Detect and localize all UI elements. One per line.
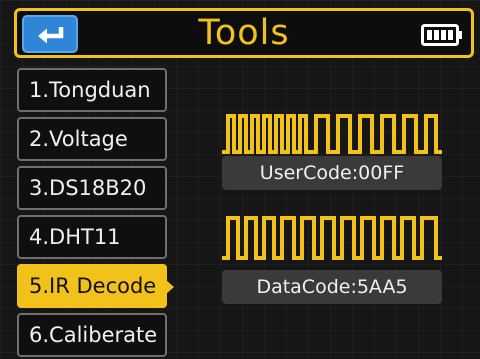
battery-full-icon — [421, 24, 462, 46]
ir-decode-panel: UserCode:00FF DataCode:5AA5 — [212, 100, 452, 320]
menu-item-label: 2.Voltage — [29, 127, 128, 151]
menu-item-label: 5.IR Decode — [29, 274, 157, 298]
data-code-display: DataCode:5AA5 — [222, 270, 442, 304]
menu-item-label: 6.Caliberate — [29, 323, 158, 347]
menu-item-ds18b20[interactable]: 3.DS18B20 — [17, 166, 167, 210]
device-screen: Tools 1.Tongduan 2.Voltage 3.DS18B20 4.D… — [0, 0, 480, 359]
menu-item-label: 1.Tongduan — [29, 78, 151, 102]
page-title: Tools — [198, 13, 290, 53]
title-bar: Tools — [14, 8, 474, 58]
menu-item-dht11[interactable]: 4.DHT11 — [17, 215, 167, 259]
user-code-waveform — [222, 114, 442, 154]
user-code-display: UserCode:00FF — [222, 156, 442, 190]
menu-item-caliberate[interactable]: 6.Caliberate — [17, 313, 167, 357]
menu-item-tongduan[interactable]: 1.Tongduan — [17, 68, 167, 112]
data-code-waveform — [222, 216, 442, 260]
return-arrow-icon — [38, 27, 64, 44]
menu-item-label: 3.DS18B20 — [29, 176, 147, 200]
menu-item-label: 4.DHT11 — [29, 225, 121, 249]
back-button[interactable] — [22, 15, 78, 53]
menu-item-voltage[interactable]: 2.Voltage — [17, 117, 167, 161]
menu-item-ir-decode[interactable]: 5.IR Decode — [17, 264, 174, 308]
tools-menu: 1.Tongduan 2.Voltage 3.DS18B20 4.DHT11 5… — [14, 68, 174, 358]
